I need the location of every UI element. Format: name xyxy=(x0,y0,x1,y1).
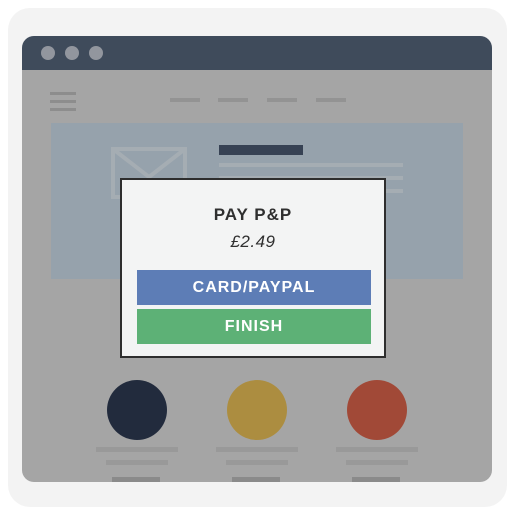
dialog-title: PAY P&P xyxy=(213,205,293,224)
finish-button[interactable]: FINISH xyxy=(137,309,371,344)
card-paypal-button[interactable]: CARD/PAYPAL xyxy=(137,270,371,305)
price-label: £2.49 xyxy=(230,232,276,251)
payment-dialog: PAY P&P £2.49 CARD/PAYPAL FINISH xyxy=(120,178,386,358)
